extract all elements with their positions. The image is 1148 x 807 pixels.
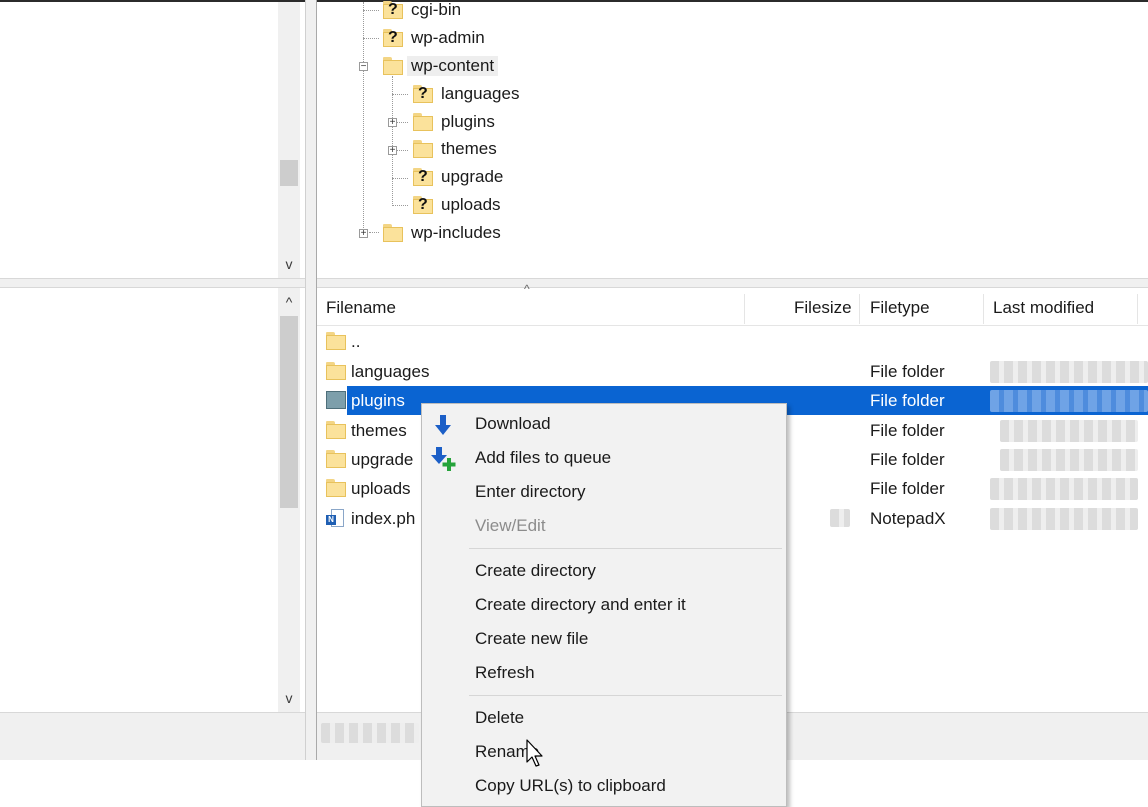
last-modified-blurred <box>990 390 1148 412</box>
download-arrow-icon <box>435 415 451 435</box>
menu-item-create-directory-and-enter[interactable]: Create directory and enter it <box>422 589 786 621</box>
last-modified-blurred <box>990 508 1138 530</box>
tree-item-upgrade[interactable]: ? upgrade <box>413 164 503 190</box>
unknown-folder-icon: ? <box>413 85 433 103</box>
menu-item-create-directory[interactable]: Create directory <box>422 555 786 587</box>
tree-item-cgi-bin[interactable]: ? cgi-bin <box>383 0 461 23</box>
expand-plugins-icon[interactable]: + <box>388 118 397 128</box>
folder-icon <box>326 450 346 468</box>
unknown-folder-icon: ? <box>413 168 433 186</box>
last-modified-blurred <box>990 361 1148 383</box>
local-tree-scroll-down-icon[interactable]: v <box>278 254 300 274</box>
expand-themes-icon[interactable]: + <box>388 146 397 156</box>
unknown-folder-icon: ? <box>413 196 433 214</box>
collapse-wp-content-icon[interactable]: − <box>359 62 368 72</box>
local-directory-tree[interactable] <box>0 2 305 278</box>
php-file-icon: N <box>326 509 344 529</box>
column-last-modified[interactable]: Last modified <box>993 290 1094 325</box>
local-tree-scrollbar[interactable]: v <box>278 2 300 278</box>
last-modified-blurred <box>1000 420 1138 442</box>
folder-icon <box>326 332 346 350</box>
local-list-scrollbar[interactable]: ^ v <box>278 288 300 712</box>
remote-status-text-blurred <box>321 723 419 743</box>
filesize-blurred <box>830 509 850 527</box>
menu-item-rename[interactable]: Rename <box>422 736 786 768</box>
tree-item-wp-content[interactable]: wp-content <box>383 53 499 79</box>
local-tree-scroll-thumb[interactable] <box>280 160 298 186</box>
unknown-folder-icon: ? <box>383 1 403 19</box>
folder-icon <box>326 479 346 497</box>
menu-item-download[interactable]: Download <box>422 408 786 440</box>
mouse-pointer-icon <box>526 739 543 767</box>
column-filetype[interactable]: Filetype <box>870 290 930 325</box>
last-modified-blurred <box>1000 449 1138 471</box>
tree-item-plugins[interactable]: plugins <box>413 109 495 135</box>
column-filename[interactable]: Filename <box>326 290 396 325</box>
tree-item-wp-includes[interactable]: wp-includes <box>383 220 501 246</box>
sort-ascending-icon: ^ <box>524 282 530 296</box>
file-list-header: Filename ^ Filesize Filetype Last modifi… <box>317 282 1148 326</box>
menu-item-add-files-to-queue[interactable]: Add files to queue <box>422 442 786 474</box>
column-filesize[interactable]: Filesize <box>794 290 852 325</box>
pane-splitter-horizontal[interactable] <box>0 278 1148 288</box>
menu-item-refresh[interactable]: Refresh <box>422 657 786 689</box>
local-list-scroll-down-icon[interactable]: v <box>278 688 300 708</box>
menu-item-copy-url[interactable]: Copy URL(s) to clipboard <box>422 770 786 802</box>
tree-item-wp-admin[interactable]: ? wp-admin <box>383 25 485 51</box>
unknown-folder-icon: ? <box>383 29 403 47</box>
menu-separator <box>469 548 782 549</box>
menu-item-enter-directory[interactable]: Enter directory <box>422 476 786 508</box>
menu-item-delete[interactable]: Delete <box>422 702 786 734</box>
remote-directory-tree[interactable]: ? cgi-bin ? wp-admin − wp-content ? lang… <box>317 0 1148 278</box>
file-row-languages[interactable]: languages File folder <box>317 357 1148 386</box>
add-to-queue-icon <box>431 447 456 471</box>
folder-icon <box>413 140 433 158</box>
file-row-parent[interactable]: .. <box>317 327 1148 356</box>
menu-separator <box>469 695 782 696</box>
last-modified-blurred <box>990 478 1138 500</box>
context-menu: Download Add files to queue Enter direct… <box>421 403 787 807</box>
tree-item-uploads[interactable]: ? uploads <box>413 192 501 218</box>
folder-icon <box>413 113 433 131</box>
pane-splitter-vertical[interactable] <box>305 0 317 760</box>
expand-wp-includes-icon[interactable]: + <box>359 229 368 239</box>
local-file-list[interactable] <box>0 288 305 712</box>
menu-item-create-new-file[interactable]: Create new file <box>422 623 786 655</box>
menu-item-view-edit: View/Edit <box>475 516 546 535</box>
local-list-scroll-up-icon[interactable]: ^ <box>278 292 300 312</box>
folder-icon <box>326 421 346 439</box>
local-list-scroll-thumb[interactable] <box>280 316 298 508</box>
local-status-bar <box>0 712 305 760</box>
folder-icon-selected <box>326 391 346 409</box>
tree-item-languages[interactable]: ? languages <box>413 81 519 107</box>
tree-item-themes[interactable]: themes <box>413 136 497 162</box>
folder-icon <box>326 362 346 380</box>
folder-icon <box>383 224 403 242</box>
folder-icon <box>383 57 403 75</box>
